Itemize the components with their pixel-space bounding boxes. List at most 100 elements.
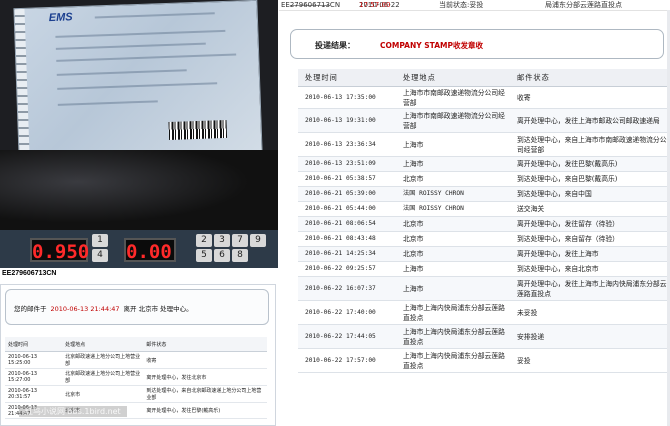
summary-location: 局浦东分部云莲路直投点 <box>545 1 622 9</box>
cell-status: 送交海关 <box>510 201 668 217</box>
scale-key: 4 <box>92 249 108 262</box>
cell-place: 上海市 <box>396 276 510 301</box>
mini-table-row: 2010-06-13 15:25:00 北京邮政速递上地分公司上地营业部 收寄 <box>5 351 267 369</box>
cell-time: 2010-06-22 17:44:05 <box>298 324 396 349</box>
shipping-label: EMS <box>13 0 263 161</box>
cell-place: 上海市上海内快局浦东分部云莲路直投点 <box>396 300 510 325</box>
label-text-line <box>57 82 218 90</box>
table-row: 2010-06-22 09:25:57 上海市 到达处理中心，来自北京市 <box>298 261 668 277</box>
cell-status: 离开处理中心，发往上海市上海内快局浦东分部云莲路直投点 <box>510 276 668 301</box>
cell-status: 未妥投 <box>510 300 668 325</box>
cell-time: 2010-06-22 17:57:00 <box>298 348 396 373</box>
mini-cell-place: 北京市 <box>62 385 144 403</box>
table-header: 处理时间 处理地点 邮件状态 <box>298 69 668 87</box>
header-time: 处理时间 <box>298 69 396 87</box>
cell-status: 离开处理中心，发往上海市 <box>510 246 668 262</box>
cell-status: 到达处理中心，来自留存（待验） <box>510 231 668 247</box>
mini-cell-place: 北京邮政速递上地分公司上地营业部 <box>62 351 144 369</box>
parcel-photo: EMS 0.950 1 4 0.00 2 3 5 6 7 8 9 <box>0 0 278 268</box>
mini-cell-time: 2010-06-13 15:27:00 <box>5 368 63 386</box>
cell-status: 到达处理中心，来自中国 <box>510 186 668 202</box>
table-row: 2010-06-22 17:44:05 上海市上海内快局浦东分部云莲路直投点 安… <box>298 324 668 349</box>
perforation-strip <box>14 8 30 160</box>
table-row: 2010-06-13 17:35:00 上海市市南邮政速递物流分公司经营部 收寄 <box>298 86 668 109</box>
label-text-line <box>55 42 206 50</box>
tracking-number-caption: EE279606713CN <box>2 270 57 277</box>
cell-place: 上海市 <box>396 132 510 157</box>
cell-status: 到达处理中心，来自巴黎(戴高乐) <box>510 171 668 187</box>
header-place: 处理地点 <box>396 69 510 87</box>
mini-result-time: 2010-06-13 21:44:47 <box>50 305 120 313</box>
cell-time: 2010-06-21 05:39:00 <box>298 186 396 202</box>
cell-place: 上海市市南邮政速递物流分公司经营部 <box>396 108 510 133</box>
mini-cell-status: 到达处理中心，来自北京邮政速递上地分公司上地营业部 <box>143 385 267 403</box>
mini-cell-status: 离开处理中心，发往北京市 <box>143 368 267 386</box>
cell-place: 北京市 <box>396 216 510 232</box>
label-text-line <box>57 100 158 106</box>
table-row: 2010-06-22 17:40:00 上海市上海内快局浦东分部云莲路直投点 未… <box>298 300 668 325</box>
summary-status: 当前状态:妥投 <box>439 1 484 9</box>
cell-status: 离开处理中心，发往留存（待验） <box>510 216 668 232</box>
cell-time: 2010-06-21 05:44:00 <box>298 201 396 217</box>
cell-place: 北京市 <box>396 246 510 262</box>
cell-time: 2010-06-21 08:43:48 <box>298 231 396 247</box>
main-tracking-screenshot: EE2̶7̶9̶6̶0̶6̶7̶1̶3̶CN 2010-06-22 17:57:… <box>279 0 670 426</box>
table-row: 2010-06-21 08:43:48 北京市 到达处理中心，来自留存（待验） <box>298 231 668 247</box>
mini-header-time: 处理时间 <box>5 337 63 352</box>
tracking-history-table: 处理时间 处理地点 邮件状态 2010-06-13 17:35:00 上海市市南… <box>298 69 668 373</box>
table-row: 2010-06-13 23:51:09 上海市 离开处理中心，发往巴黎(戴高乐) <box>298 156 668 172</box>
cell-status: 到达处理中心，来自上海市市南邮政速递物流分公司经营部 <box>510 132 668 157</box>
mini-cell-status: 收寄 <box>143 351 267 369</box>
mini-result-text: 您的邮件于 2010-06-13 21:44:47 离开 北京市 处理中心。 <box>14 303 193 313</box>
cell-place: 北京市 <box>396 231 510 247</box>
label-text-line <box>56 69 187 76</box>
cell-place: 法国 ROISSY CHRON <box>396 186 510 202</box>
table-row: 2010-06-21 08:06:54 北京市 离开处理中心，发往留存（待验） <box>298 216 668 232</box>
cell-time: 2010-06-22 16:07:37 <box>298 276 396 301</box>
label-text-line <box>55 29 226 38</box>
cell-time: 2010-06-13 17:35:00 <box>298 86 396 109</box>
cell-status: 到达处理中心，来自北京市 <box>510 261 668 277</box>
scale-key: 8 <box>232 249 248 262</box>
cell-time: 2010-06-13 19:31:00 <box>298 108 396 133</box>
cell-status: 安排投递 <box>510 324 668 349</box>
delivery-result-label: 投递结果： <box>315 41 355 50</box>
cell-time: 2010-06-13 23:51:09 <box>298 156 396 172</box>
shoes-in-background <box>0 150 278 230</box>
scale-key: 9 <box>250 234 266 247</box>
table-row: 2010-06-13 19:31:00 上海市市南邮政速递物流分公司经营部 离开… <box>298 108 668 133</box>
mini-tracking-screenshot: 您的邮件于 2010-06-13 21:44:47 离开 北京市 处理中心。 处理时… <box>0 284 276 426</box>
scale-key: 6 <box>214 249 230 262</box>
delivery-result-box: 投递结果： COMPANY STAMP收发章收 <box>290 29 664 59</box>
mini-header-status: 邮件状态 <box>143 337 267 352</box>
mini-table-header: 处理时间 处理地点 邮件状态 <box>5 337 267 352</box>
mini-result-box: 您的邮件于 2010-06-13 21:44:47 离开 北京市 处理中心。 <box>5 289 269 325</box>
scale-key: 2 <box>196 234 212 247</box>
mini-cell-time: 2010-06-13 20:31:57 <box>5 385 63 403</box>
cell-status: 离开处理中心，发往上海市邮政公司邮政速递局 <box>510 108 668 133</box>
postal-scale: 0.950 1 4 0.00 2 3 5 6 7 8 9 <box>0 230 278 268</box>
cell-place: 上海市 <box>396 261 510 277</box>
delivery-result-value: COMPANY STAMP收发章收 <box>380 41 483 50</box>
table-row: 2010-06-21 05:44:00 法国 ROISSY CHRON 送交海关 <box>298 201 668 217</box>
tracking-summary-bar: EE2̶7̶9̶6̶0̶6̶7̶1̶3̶CN 2010-06-22 17:57:… <box>279 0 670 11</box>
table-row: 2010-06-22 16:07:37 上海市 离开处理中心，发往上海市上海内快… <box>298 276 668 301</box>
scale-key: 7 <box>232 234 248 247</box>
mini-header-place: 处理地点 <box>62 337 144 352</box>
scale-price-display: 0.00 <box>124 238 176 263</box>
ems-logo: EMS <box>48 11 73 25</box>
cell-place: 上海市上海内快局浦东分部云莲路直投点 <box>396 324 510 349</box>
cell-time: 2010-06-22 09:25:57 <box>298 261 396 277</box>
mini-result-prefix: 您的邮件于 <box>14 305 47 313</box>
header-status: 邮件状态 <box>510 69 668 87</box>
barcode <box>168 119 228 140</box>
label-text-line <box>56 53 237 62</box>
cell-time: 2010-06-22 17:40:00 <box>298 300 396 325</box>
cell-status: 收寄 <box>510 86 668 109</box>
cell-status: 妥投 <box>510 348 668 373</box>
table-row: 2010-06-21 05:38:57 北京市 到达处理中心，来自巴黎(戴高乐) <box>298 171 668 187</box>
mini-table-row: 2010-06-13 20:31:57 北京市 到达处理中心，来自北京邮政速递上… <box>5 385 267 403</box>
mini-table-row: 2010-06-13 15:27:00 北京邮政速递上地分公司上地营业部 离开处… <box>5 368 267 386</box>
cell-time: 2010-06-13 23:36:34 <box>298 132 396 157</box>
mini-cell-place: 北京邮政速递上地分公司上地营业部 <box>62 368 144 386</box>
